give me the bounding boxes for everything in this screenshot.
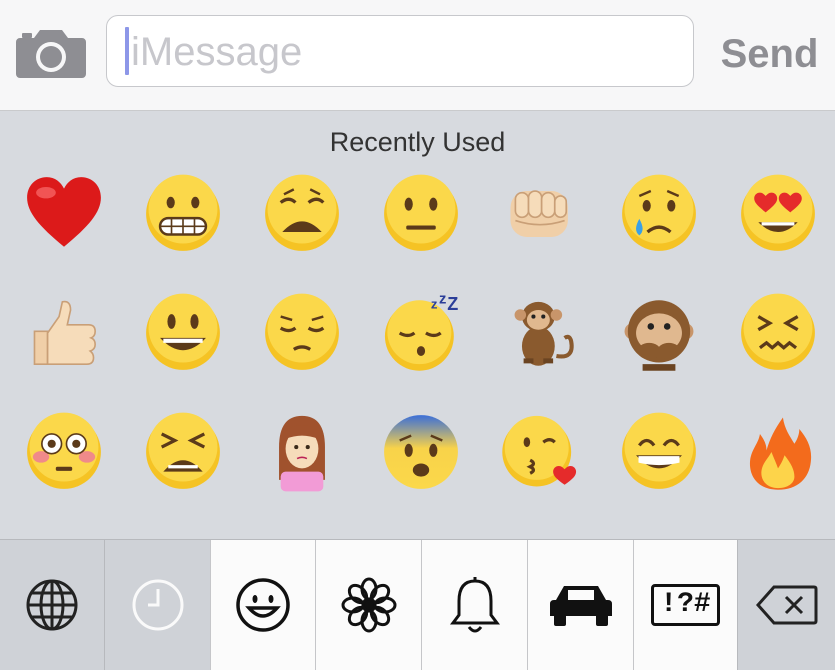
grimacing-face-emoji[interactable] [135,166,231,262]
globe-icon[interactable] [0,540,104,670]
smiley-icon[interactable] [210,540,315,670]
tired-face-emoji[interactable] [135,404,231,500]
confounded-face-emoji[interactable] [730,285,826,381]
neutral-face-emoji[interactable] [373,166,469,262]
smiley-face-emoji[interactable] [135,285,231,381]
emoji-category-bar: !?# [0,539,835,670]
svg-text:z: z [439,292,446,307]
face-blowing-kiss-emoji[interactable] [492,404,588,500]
speak-no-evil-monkey-emoji[interactable] [611,285,707,381]
oncoming-fist-emoji[interactable] [492,166,588,262]
emoji-grid: zzZ [0,111,835,539]
heart-eyes-face-emoji[interactable] [730,166,826,262]
pensive-face-emoji[interactable] [254,285,350,381]
delete-icon[interactable] [737,540,835,670]
camera-icon[interactable] [16,26,86,80]
fearful-face-emoji[interactable] [373,404,469,500]
text-cursor [125,27,129,75]
recent-clock-icon[interactable] [104,540,210,670]
crying-face-emoji[interactable] [611,166,707,262]
symbols-icon[interactable]: !?# [633,540,737,670]
emoji-panel: Recently Used z z Z [0,111,835,539]
bell-icon[interactable] [421,540,527,670]
message-input[interactable]: iMessage [106,15,694,87]
flushed-face-emoji[interactable] [16,404,112,500]
person-pouting-emoji[interactable] [254,404,350,500]
svg-text:z: z [431,296,438,311]
monkey-emoji[interactable] [492,285,588,381]
red-heart-emoji[interactable] [16,166,112,262]
send-button[interactable]: Send [712,26,827,82]
flower-icon[interactable] [315,540,421,670]
sleeping-face-emoji[interactable]: zzZ [373,285,469,381]
message-placeholder: iMessage [131,30,303,74]
weary-face-emoji[interactable] [254,166,350,262]
message-input-bar: iMessage Send [0,0,835,111]
grinning-face-emoji[interactable] [611,404,707,500]
svg-text:Z: Z [447,294,458,314]
car-icon[interactable] [527,540,633,670]
fire-emoji[interactable] [730,404,826,500]
thumbs-up-emoji[interactable] [16,285,112,381]
symbols-label: !?# [651,584,720,626]
